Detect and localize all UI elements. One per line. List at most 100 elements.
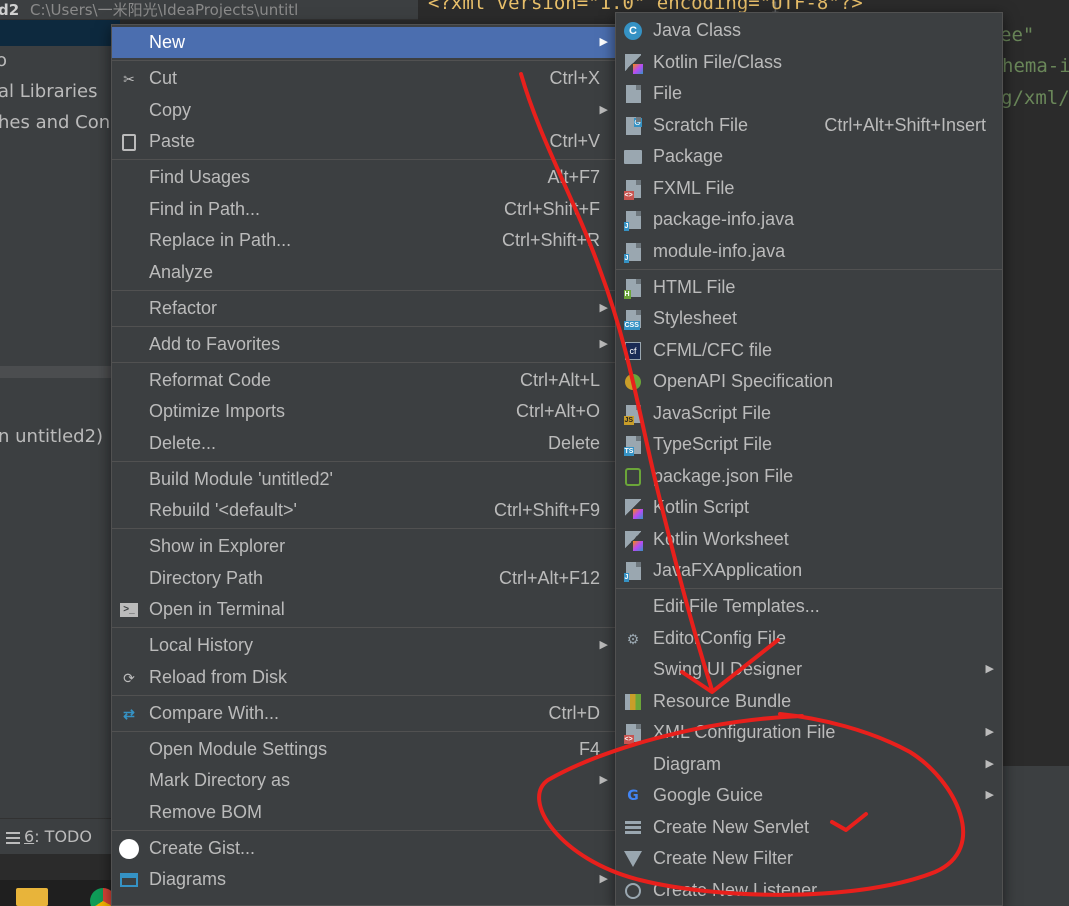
- submenu-item-package-info[interactable]: J package-info.java: [616, 204, 1002, 235]
- project-tool-window-header: d2 C:\Users\一米阳光\IdeaProjects\untitl: [0, 0, 418, 20]
- submenu-item-html-file[interactable]: H HTML File: [616, 272, 1002, 303]
- submenu-item-package[interactable]: Package: [616, 141, 1002, 172]
- menu-item-create-gist[interactable]: Create Gist...: [112, 833, 616, 864]
- tree-item[interactable]: al Libraries: [0, 81, 98, 102]
- submenu-arrow-icon: ▶: [985, 663, 994, 675]
- code-line: ee": [1000, 24, 1035, 46]
- submenu-item-create-new-filter[interactable]: Create New Filter: [616, 843, 1002, 874]
- menu-item-rebuild[interactable]: Rebuild '<default>' Ctrl+Shift+F9: [112, 495, 616, 526]
- menu-item-analyze[interactable]: Analyze: [112, 257, 616, 288]
- submenu-item-kotlin-script[interactable]: Kotlin Script: [616, 492, 1002, 523]
- submenu-arrow-icon: ▶: [599, 104, 608, 116]
- fxml-file-icon: <>: [623, 179, 643, 200]
- code-line: g/xml/: [1001, 87, 1069, 109]
- submenu-item-scratch-file[interactable]: ◷ Scratch File Ctrl+Alt+Shift+Insert: [616, 110, 1002, 141]
- submenu-arrow-icon: ▶: [599, 302, 608, 314]
- submenu-item-package-json[interactable]: package.json File: [616, 461, 1002, 492]
- menu-item-directory-path[interactable]: Directory Path Ctrl+Alt+F12: [112, 563, 616, 594]
- new-submenu: C Java Class Kotlin File/Class File ◷ Sc…: [615, 12, 1003, 906]
- java-file-icon: J: [623, 242, 643, 263]
- kotlin-script-icon: [623, 498, 643, 519]
- menu-item-local-history[interactable]: Local History ▶: [112, 630, 616, 661]
- html-file-icon: H: [623, 278, 643, 299]
- tree-item[interactable]: n untitled2): [0, 426, 103, 447]
- menu-item-replace-in-path[interactable]: Replace in Path... Ctrl+Shift+R: [112, 225, 616, 256]
- menu-item-optimize-imports[interactable]: Optimize Imports Ctrl+Alt+O: [112, 396, 616, 427]
- javafx-icon: J: [623, 561, 643, 582]
- submenu-item-create-new-listener[interactable]: Create New Listener: [616, 875, 1002, 906]
- menu-item-build-module[interactable]: Build Module 'untitled2': [112, 464, 616, 495]
- menu-item-find-usages[interactable]: Find Usages Alt+F7: [112, 162, 616, 193]
- submenu-item-stylesheet[interactable]: CSS Stylesheet: [616, 303, 1002, 334]
- package-icon: [623, 147, 643, 167]
- ts-file-icon: TS: [623, 435, 643, 456]
- submenu-arrow-icon: ▶: [985, 758, 994, 770]
- menu-item-refactor[interactable]: Refactor ▶: [112, 293, 616, 324]
- submenu-item-editorconfig-file[interactable]: ⚙ EditorConfig File: [616, 623, 1002, 654]
- submenu-arrow-icon: ▶: [599, 774, 608, 786]
- submenu-item-javafx-application[interactable]: J JavaFXApplication: [616, 555, 1002, 586]
- openapi-icon: [623, 372, 643, 392]
- gear-icon: ⚙: [626, 630, 640, 647]
- todo-shortcut-num: 6: [24, 827, 35, 846]
- menu-item-copy[interactable]: Copy ▶: [112, 95, 616, 126]
- submenu-arrow-icon: ▶: [985, 726, 994, 738]
- cfml-icon: cf: [623, 341, 643, 361]
- diagram-icon: [119, 870, 139, 890]
- css-file-icon: CSS: [623, 309, 643, 330]
- code-line: hema-i: [1002, 55, 1069, 77]
- menu-item-mark-directory-as[interactable]: Mark Directory as ▶: [112, 765, 616, 796]
- submenu-arrow-icon: ▶: [599, 639, 608, 651]
- submenu-item-typescript-file[interactable]: TS TypeScript File: [616, 429, 1002, 460]
- submenu-item-openapi[interactable]: OpenAPI Specification: [616, 366, 1002, 397]
- todo-label: : TODO: [34, 827, 92, 846]
- reload-icon: ⟳: [123, 669, 135, 686]
- submenu-item-kotlin-worksheet[interactable]: Kotlin Worksheet: [616, 524, 1002, 555]
- menu-item-open-in-terminal[interactable]: >_ Open in Terminal: [112, 594, 616, 625]
- menu-item-paste[interactable]: Paste Ctrl+V: [112, 126, 616, 157]
- submenu-arrow-icon: ▶: [985, 789, 994, 801]
- submenu-arrow-icon: ▶: [599, 873, 608, 885]
- menu-item-show-in-explorer[interactable]: Show in Explorer: [112, 531, 616, 562]
- submenu-item-javascript-file[interactable]: JS JavaScript File: [616, 398, 1002, 429]
- submenu-item-file[interactable]: File: [616, 78, 1002, 109]
- file-explorer-icon[interactable]: [16, 888, 48, 906]
- menu-item-new[interactable]: New ▶: [112, 27, 616, 58]
- menu-item-reload-from-disk[interactable]: ⟳ Reload from Disk: [112, 662, 616, 693]
- resource-bundle-icon: [623, 692, 643, 712]
- submenu-item-google-guice[interactable]: G Google Guice ▶: [616, 780, 1002, 811]
- file-icon: [623, 84, 643, 104]
- menu-item-diagrams[interactable]: Diagrams ▶: [112, 864, 616, 895]
- scissors-icon: ✂: [123, 70, 135, 87]
- menu-item-delete[interactable]: Delete... Delete: [112, 428, 616, 459]
- submenu-item-java-class[interactable]: C Java Class: [616, 15, 1002, 46]
- listener-icon: [623, 881, 643, 901]
- submenu-item-swing-ui-designer[interactable]: Swing UI Designer ▶: [616, 654, 1002, 685]
- submenu-item-edit-file-templates[interactable]: Edit File Templates...: [616, 591, 1002, 622]
- submenu-item-cfml-file[interactable]: cf CFML/CFC file: [616, 335, 1002, 366]
- submenu-arrow-icon: ▶: [599, 36, 608, 48]
- submenu-item-resource-bundle[interactable]: Resource Bundle: [616, 686, 1002, 717]
- tree-item[interactable]: o: [0, 50, 7, 71]
- submenu-item-module-info[interactable]: J module-info.java: [616, 236, 1002, 267]
- submenu-item-diagram[interactable]: Diagram ▶: [616, 749, 1002, 780]
- menu-item-cut[interactable]: ✂ Cut Ctrl+X: [112, 63, 616, 94]
- menu-item-find-in-path[interactable]: Find in Path... Ctrl+Shift+F: [112, 194, 616, 225]
- menu-item-remove-bom[interactable]: Remove BOM: [112, 797, 616, 828]
- compare-icon: ⇄: [123, 705, 135, 722]
- selected-tree-row[interactable]: [0, 20, 120, 46]
- servlet-icon: [623, 818, 643, 838]
- menu-item-add-to-favorites[interactable]: Add to Favorites ▶: [112, 329, 616, 360]
- submenu-item-xml-configuration-file[interactable]: <> XML Configuration File ▶: [616, 717, 1002, 748]
- list-icon: [6, 831, 20, 844]
- submenu-item-fxml-file[interactable]: <> FXML File: [616, 173, 1002, 204]
- submenu-item-create-new-servlet[interactable]: Create New Servlet: [616, 812, 1002, 843]
- scratch-file-icon: ◷: [623, 116, 643, 136]
- js-file-icon: JS: [623, 404, 643, 425]
- menu-item-reformat-code[interactable]: Reformat Code Ctrl+Alt+L: [112, 365, 616, 396]
- menu-item-open-module-settings[interactable]: Open Module Settings F4: [112, 734, 616, 765]
- java-file-icon: J: [623, 210, 643, 231]
- submenu-item-kotlin-file[interactable]: Kotlin File/Class: [616, 47, 1002, 78]
- menu-item-compare-with[interactable]: ⇄ Compare With... Ctrl+D: [112, 698, 616, 729]
- kotlin-worksheet-icon: [623, 530, 643, 551]
